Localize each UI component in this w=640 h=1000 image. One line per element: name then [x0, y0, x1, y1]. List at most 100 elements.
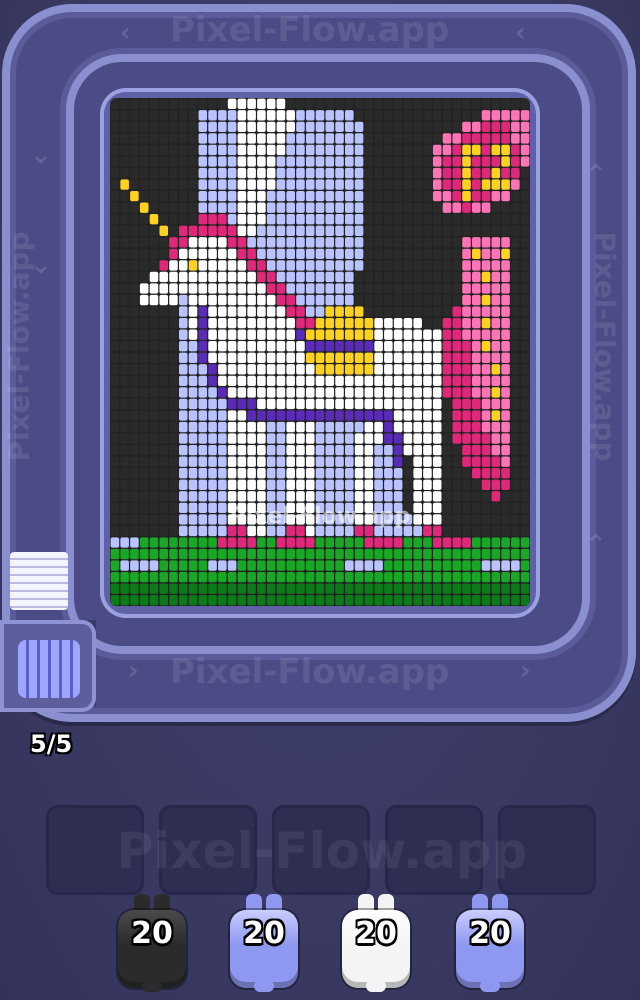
pixel-bead	[413, 179, 422, 190]
pixel-bead	[325, 156, 335, 167]
pixel-bead	[491, 479, 501, 490]
pixel-bead	[452, 387, 462, 398]
pixel-bead	[159, 341, 169, 352]
pixel-bead	[335, 537, 344, 548]
pixel-bead	[227, 479, 237, 490]
pixel-bead	[286, 410, 295, 421]
pixel-bead	[188, 225, 198, 236]
pixel-bead	[257, 433, 266, 444]
pixel-bead	[247, 98, 256, 109]
pixel-bead	[120, 479, 129, 490]
pixel-bead	[120, 98, 129, 109]
pixel-bead	[276, 271, 286, 283]
pixel-bead	[472, 433, 481, 444]
pixel-bead	[472, 537, 481, 548]
pixel-bead	[178, 98, 188, 109]
pixel-bead	[178, 248, 188, 260]
spool-icon[interactable]	[18, 640, 80, 698]
shooter-black[interactable]: 20	[112, 894, 192, 994]
pixel-bead	[423, 329, 432, 340]
pixel-bead	[520, 421, 530, 433]
pixel-bead	[345, 421, 354, 433]
pixel-bead	[169, 398, 178, 410]
pixel-bead	[130, 595, 139, 606]
pixel-bead	[462, 144, 471, 156]
pixel-bead	[364, 375, 374, 387]
pixel-bead	[423, 364, 432, 375]
pixel-bead	[237, 491, 247, 502]
pixel-bead	[286, 133, 295, 144]
pixel-bead	[413, 583, 422, 594]
pixel-bead	[364, 398, 374, 410]
pixel-bead	[354, 433, 364, 444]
pixel-bead	[354, 283, 364, 294]
pixel-bead	[491, 560, 501, 571]
pixel-bead	[198, 410, 208, 421]
pixel-bead	[384, 583, 393, 594]
pixel-bead	[511, 537, 520, 548]
pixel-bead	[178, 387, 188, 398]
pixel-bead	[266, 167, 276, 179]
pixel-bead	[345, 179, 354, 190]
pixel-bead	[257, 317, 266, 329]
pixel-bead	[335, 341, 344, 352]
pixel-bead	[149, 410, 159, 421]
pixel-bead	[305, 260, 315, 271]
pixel-bead	[374, 317, 383, 329]
pixel-bead	[247, 294, 256, 306]
pixel-bead	[345, 271, 354, 283]
pixel-bead	[364, 202, 374, 213]
pixel-bead	[227, 167, 237, 179]
pixel-bead	[423, 121, 432, 133]
pixel-bead	[227, 98, 237, 109]
pixel-bead	[120, 144, 129, 156]
shooter-blue[interactable]: 20	[450, 894, 530, 994]
pixel-bead	[286, 548, 295, 560]
pixel-bead	[159, 237, 169, 248]
pixel-bead	[520, 317, 530, 329]
pixel-bead	[178, 571, 188, 583]
pixel-bead	[374, 190, 383, 202]
pixel-bead	[208, 583, 217, 594]
pixel-bead	[315, 225, 325, 236]
pixel-bead	[481, 583, 491, 594]
pixel-bead	[501, 387, 510, 398]
pixel-bead	[149, 364, 159, 375]
pixel-bead	[432, 456, 442, 467]
pixel-bead	[178, 133, 188, 144]
pixel-bead	[354, 491, 364, 502]
shooter-blue[interactable]: 20	[224, 894, 304, 994]
pixel-bead	[501, 479, 510, 490]
pixel-bead	[423, 595, 432, 606]
pixel-bead	[472, 398, 481, 410]
pixel-bead	[257, 468, 266, 479]
pixel-bead	[423, 387, 432, 398]
pixel-bead	[403, 225, 413, 236]
pixel-bead	[393, 398, 403, 410]
pixel-bead	[472, 583, 481, 594]
pixel-bead	[286, 156, 295, 167]
pixel-bead	[325, 491, 335, 502]
pixel-bead	[130, 121, 139, 133]
shooter-white[interactable]: 20	[336, 894, 416, 994]
pixel-bead	[393, 433, 403, 444]
pixel-bead	[481, 214, 491, 225]
pixel-bead	[442, 444, 452, 456]
pixel-bead	[462, 179, 471, 190]
pixel-bead	[364, 156, 374, 167]
pixel-bead	[491, 444, 501, 456]
pixel-bead	[501, 410, 510, 421]
pixel-bead	[364, 283, 374, 294]
pixel-bead	[452, 421, 462, 433]
pixel-bead	[315, 421, 325, 433]
pixel-bead	[159, 410, 169, 421]
pixel-bead	[511, 352, 520, 363]
pixel-bead	[520, 294, 530, 306]
board-watermark: Pixel-Flow.app	[229, 504, 411, 529]
pixel-bead	[432, 144, 442, 156]
pixel-bead	[501, 583, 510, 594]
pixel-bead	[296, 421, 305, 433]
pixel-bead	[364, 421, 374, 433]
pixel-bead	[432, 294, 442, 306]
pixel-bead	[139, 456, 149, 467]
